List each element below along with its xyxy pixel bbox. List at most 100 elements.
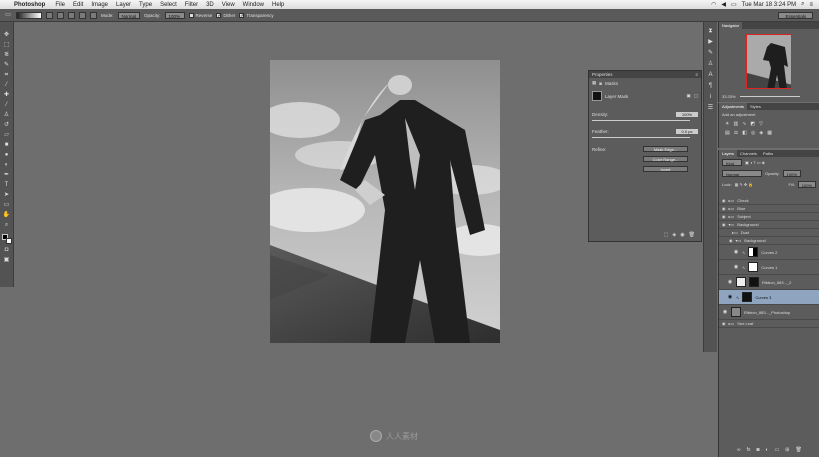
- brush-tool-icon[interactable]: ⁄: [3, 102, 11, 109]
- menu-filter[interactable]: Filter: [181, 2, 202, 8]
- delete-layer-icon[interactable]: 🗑: [795, 447, 801, 453]
- character-icon[interactable]: A: [707, 72, 715, 79]
- document-canvas[interactable]: [270, 60, 500, 343]
- eye-icon[interactable]: ◉: [722, 198, 726, 203]
- crop-tool-icon[interactable]: ⌗: [3, 72, 11, 79]
- pixel-mask-icon[interactable]: ▦: [592, 80, 596, 86]
- layer-group[interactable]: ◉ ▾▭ Background: [719, 221, 819, 229]
- layer-group[interactable]: ◉ ▸▭ See Leaf: [719, 320, 819, 328]
- list-icon[interactable]: ≡: [809, 2, 813, 8]
- eye-icon[interactable]: ◉: [722, 309, 728, 315]
- menu-file[interactable]: File: [51, 2, 69, 8]
- layer-thumbnail[interactable]: [731, 307, 741, 317]
- menu-select[interactable]: Select: [156, 2, 181, 8]
- layer-row[interactable]: ◉ ∿ Curves 2: [719, 245, 819, 260]
- gradient-tool-icon[interactable]: ▭: [4, 12, 12, 19]
- tab-styles[interactable]: Styles: [747, 103, 764, 110]
- vector-mask-icon[interactable]: ◙: [599, 81, 602, 86]
- navigator-thumbnail[interactable]: [746, 34, 792, 89]
- menu-edit[interactable]: Edit: [69, 2, 87, 8]
- info-icon[interactable]: i: [707, 94, 715, 101]
- healing-brush-tool-icon[interactable]: ✚: [3, 92, 11, 99]
- hand-tool-icon[interactable]: ✋: [3, 212, 11, 219]
- lock-icons[interactable]: ▦ ✎ ✥ 🔒: [735, 182, 754, 187]
- wifi-icon[interactable]: ◠: [711, 1, 716, 8]
- history-icon[interactable]: ⧗: [707, 28, 715, 35]
- fill-field[interactable]: 100%: [797, 181, 816, 188]
- photo-filter-icon[interactable]: ◎: [751, 130, 755, 136]
- layer-row[interactable]: ◉ Ribbon_883..._Photoshop: [719, 305, 819, 320]
- add-vector-mask-icon[interactable]: ▢: [694, 93, 698, 99]
- panel-menu-icon[interactable]: ≡: [695, 71, 701, 78]
- tab-paths[interactable]: Paths: [760, 150, 776, 157]
- workspace-switcher[interactable]: Essentials: [778, 11, 813, 19]
- mask-edge-button[interactable]: Mask Edge...: [643, 146, 688, 152]
- properties-icon[interactable]: ☰: [707, 105, 715, 112]
- reverse-checkbox[interactable]: [188, 12, 194, 18]
- menu-help[interactable]: Help: [268, 2, 288, 8]
- rectangle-tool-icon[interactable]: ▭: [3, 202, 11, 209]
- pen-tool-icon[interactable]: ✒: [3, 172, 11, 179]
- layer-row[interactable]: ◉ ∿ Curves 1: [719, 260, 819, 275]
- layer-group[interactable]: ◉ ▸▭ Check: [719, 197, 819, 205]
- layer-mask-thumbnail[interactable]: [749, 277, 759, 287]
- zoom-level[interactable]: 33.33%: [722, 94, 736, 99]
- link-layers-icon[interactable]: ∞: [737, 447, 741, 453]
- layer-group[interactable]: ◉ ▸▭ Subject: [719, 213, 819, 221]
- density-field[interactable]: 100%: [676, 112, 698, 117]
- paragraph-icon[interactable]: ¶: [707, 83, 715, 90]
- gradient-tool-icon[interactable]: ■: [3, 142, 11, 149]
- clock[interactable]: Tue Mar 18 3:24 PM: [742, 2, 796, 8]
- blend-mode-select[interactable]: Normal: [722, 170, 762, 177]
- hue-saturation-icon[interactable]: ▤: [725, 130, 730, 136]
- transparency-checkbox[interactable]: ✓: [239, 12, 245, 18]
- layer-row-selected[interactable]: ◉ ∿ Curves 3: [719, 290, 819, 305]
- black-white-icon[interactable]: ◧: [742, 130, 747, 136]
- menu-image[interactable]: Image: [87, 2, 112, 8]
- battery-icon[interactable]: ▭: [731, 1, 737, 8]
- vibrance-icon[interactable]: ▽: [759, 121, 763, 127]
- eye-icon[interactable]: ◉: [733, 249, 739, 255]
- invert-button[interactable]: Invert: [643, 166, 688, 172]
- screen-mode-icon[interactable]: ▣: [3, 257, 11, 264]
- zoom-tool-icon[interactable]: ⌕: [3, 222, 11, 229]
- clone-source-icon[interactable]: ♙: [707, 61, 715, 68]
- color-balance-icon[interactable]: ⚖: [734, 130, 738, 136]
- color-lookup-icon[interactable]: ▦: [767, 130, 772, 136]
- feather-field[interactable]: 0.0 px: [676, 129, 698, 134]
- radial-gradient-button[interactable]: [57, 11, 64, 19]
- new-adjustment-icon[interactable]: ◐: [766, 447, 769, 453]
- density-slider[interactable]: [592, 120, 690, 121]
- visibility-toggle-icon[interactable]: ◉: [680, 232, 684, 238]
- volume-icon[interactable]: ◀: [721, 1, 726, 8]
- reflected-gradient-button[interactable]: [79, 11, 86, 19]
- eye-icon[interactable]: ◉: [722, 222, 726, 227]
- eye-icon[interactable]: ◉: [727, 279, 733, 285]
- menu-view[interactable]: View: [218, 2, 239, 8]
- levels-icon[interactable]: ▥: [733, 121, 738, 127]
- feather-slider[interactable]: [592, 137, 690, 138]
- layer-row[interactable]: ◉ Ribbon_883..._2: [719, 275, 819, 290]
- load-selection-icon[interactable]: ⬚: [664, 232, 669, 238]
- diamond-gradient-button[interactable]: [90, 11, 97, 19]
- select-pixel-mask-icon[interactable]: ▣: [686, 93, 690, 99]
- clone-stamp-tool-icon[interactable]: ♙: [3, 112, 11, 119]
- opacity-field[interactable]: 100%: [164, 11, 185, 19]
- layer-opacity-field[interactable]: 100%: [782, 170, 801, 177]
- marquee-tool-icon[interactable]: ⬚: [3, 42, 11, 49]
- color-swatches[interactable]: [1, 234, 12, 244]
- eyedropper-tool-icon[interactable]: ⁄: [3, 82, 11, 89]
- search-icon[interactable]: ⌕: [801, 1, 804, 8]
- angle-gradient-button[interactable]: [68, 11, 75, 19]
- add-mask-icon[interactable]: ◙: [756, 447, 759, 453]
- brushes-icon[interactable]: ✎: [707, 50, 715, 57]
- navigator-tab[interactable]: Navigator: [719, 22, 743, 29]
- curves-icon[interactable]: ∿: [742, 121, 746, 127]
- background-color-swatch[interactable]: [5, 238, 12, 244]
- layer-group[interactable]: ◉ ▸▭ Blue: [719, 205, 819, 213]
- menu-3d[interactable]: 3D: [202, 2, 218, 8]
- quick-select-tool-icon[interactable]: ✎: [3, 62, 11, 69]
- color-range-button[interactable]: Color Range...: [643, 156, 688, 162]
- eraser-tool-icon[interactable]: ▱: [3, 132, 11, 139]
- actions-icon[interactable]: ▶: [707, 39, 715, 46]
